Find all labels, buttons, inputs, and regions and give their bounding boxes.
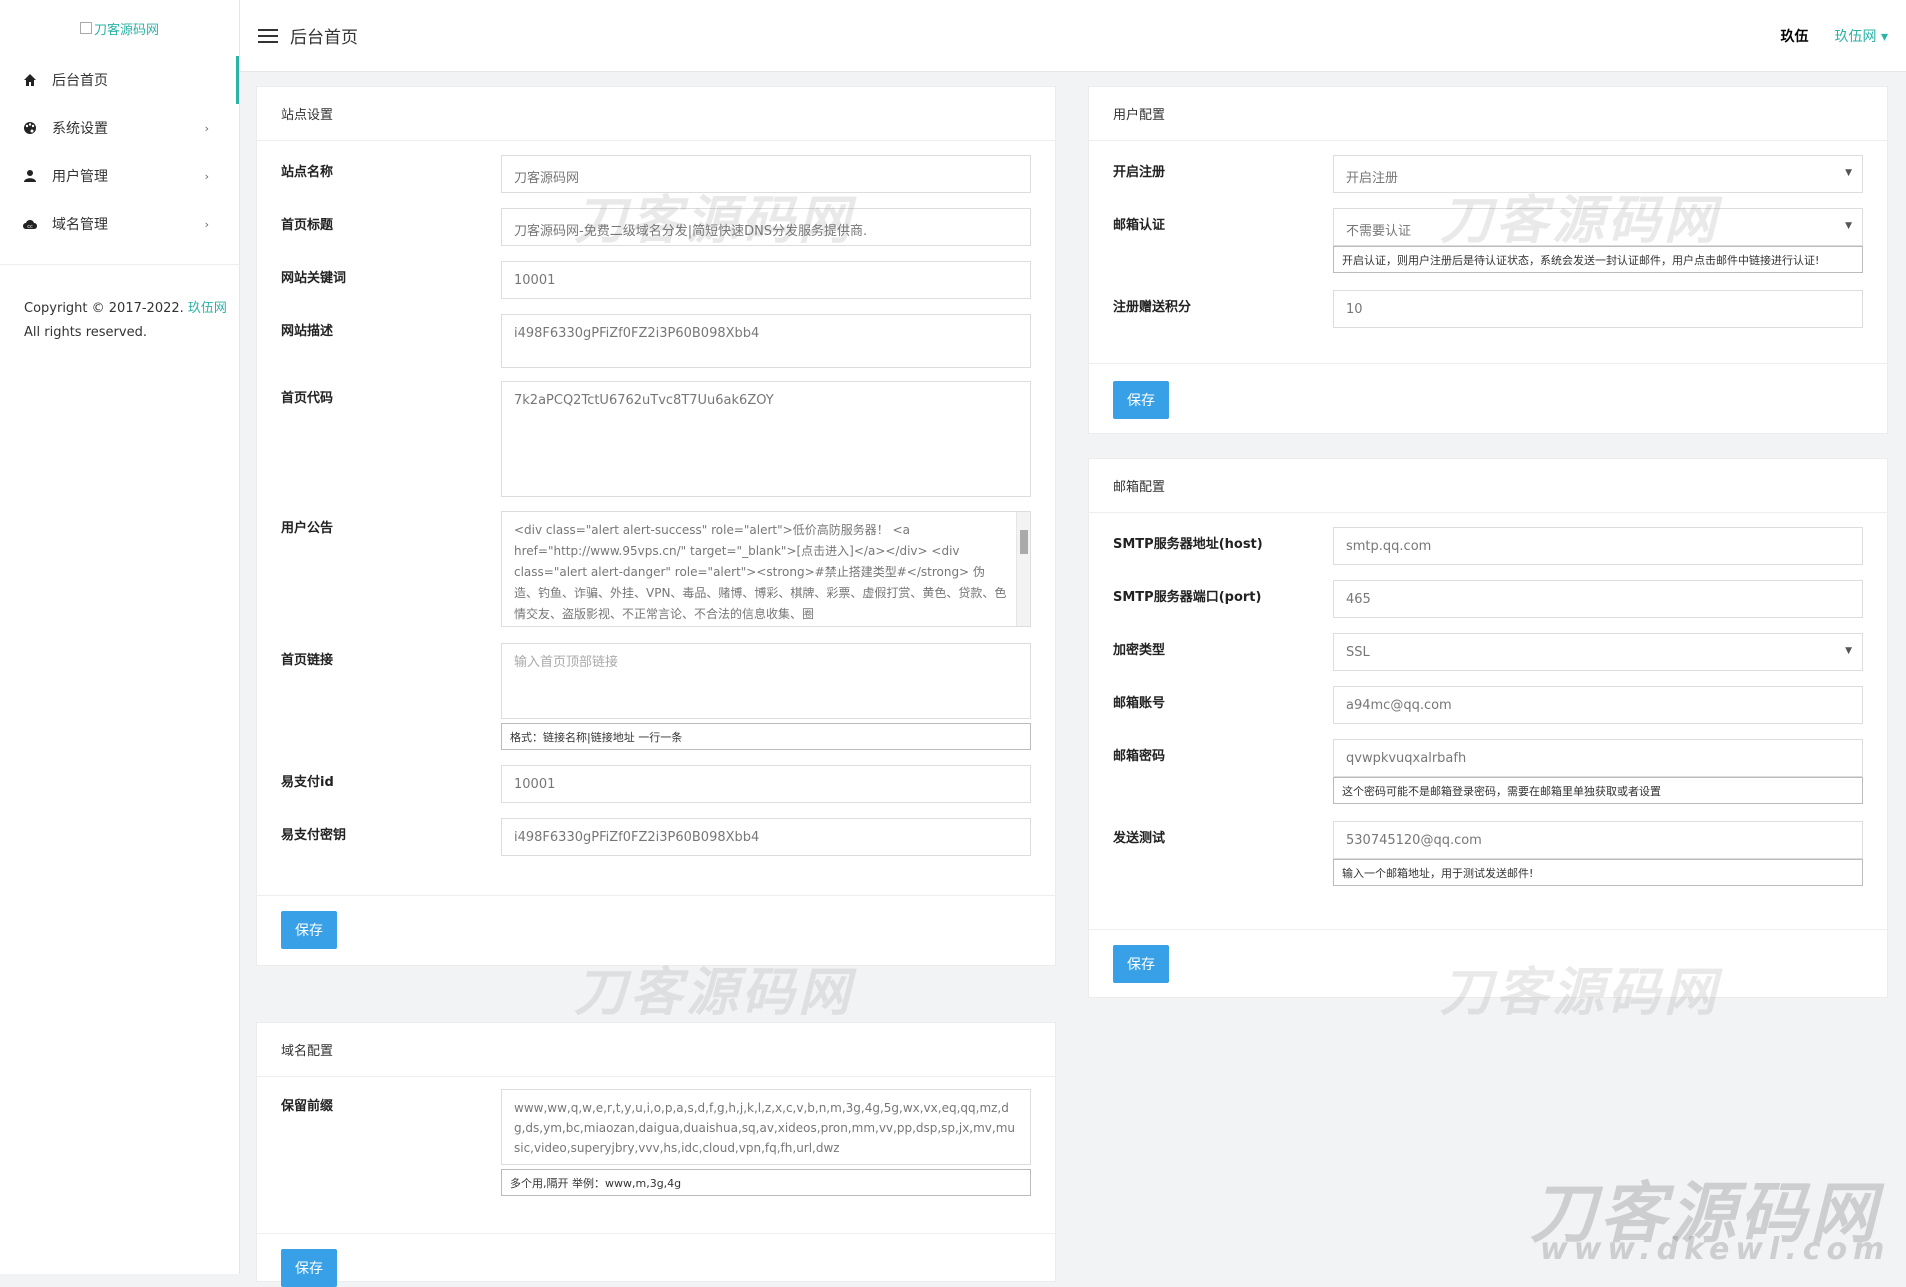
topbar: 后台首页 玖伍 玖伍网 ▾ — [240, 0, 1906, 72]
scrollbar[interactable] — [1016, 512, 1030, 626]
mail-account-input[interactable]: a94mc@qq.com — [1333, 686, 1863, 724]
sidebar-nav: 后台首页 系统设置 › 用户管理 › cc 域名管理 › — [0, 56, 239, 248]
chevron-right-icon: › — [204, 121, 209, 135]
site-name-input[interactable]: 刀客源码网 — [501, 155, 1031, 193]
chevron-right-icon: › — [204, 217, 209, 231]
home-title-input[interactable]: 刀客源码网-免费二级域名分发|简短快速DNS分发服务提供商. — [501, 208, 1031, 246]
svg-text:cc: cc — [27, 224, 33, 230]
caret-down-icon: ▼ — [1845, 646, 1852, 656]
copyright-link[interactable]: 玖伍网 — [188, 301, 227, 316]
save-button[interactable]: 保存 — [281, 1249, 337, 1287]
sidebar-item-home[interactable]: 后台首页 — [0, 56, 239, 104]
home-links-textarea[interactable]: 输入首页顶部链接 — [501, 643, 1031, 719]
user-icon — [22, 168, 38, 184]
sidebar: 刀客源码网 后台首页 系统设置 › 用户管理 › cc 域名管理 › Copyright… — [0, 0, 240, 1274]
encryption-select[interactable]: SSL ▼ — [1333, 633, 1863, 671]
page-title: 后台首页 — [290, 28, 358, 48]
logo[interactable]: 刀客源码网 — [0, 0, 239, 56]
reserved-prefix-hint: 多个用,隔开 举例：www,m,3g,4g — [501, 1169, 1031, 1196]
home-links-hint: 格式：链接名称|链接地址 一行一条 — [501, 723, 1031, 750]
watermark-url: www.dkewl.com — [1540, 1232, 1891, 1267]
save-button[interactable]: 保存 — [1113, 945, 1169, 983]
caret-down-icon: ▼ — [1845, 168, 1852, 178]
chevron-right-icon: › — [204, 169, 209, 183]
email-verify-select[interactable]: 不需要认证 ▼ — [1333, 208, 1863, 246]
reserved-prefix-textarea[interactable]: www,ww,q,w,e,r,t,y,u,i,o,p,a,s,d,f,g,h,j… — [501, 1089, 1031, 1165]
sidebar-item-domains[interactable]: cc 域名管理 › — [0, 200, 239, 248]
save-button[interactable]: 保存 — [1113, 381, 1169, 419]
palette-icon — [22, 120, 38, 136]
sidebar-item-users[interactable]: 用户管理 › — [0, 152, 239, 200]
smtp-port-input[interactable]: 465 — [1333, 580, 1863, 618]
user-config-card: 用户配置 开启注册 开启注册 ▼ 邮箱认证 不需要认证 ▼ 开启认证，则用户注册后是… — [1088, 86, 1888, 434]
user-name[interactable]: 玖伍 — [1781, 26, 1809, 46]
mail-password-hint: 这个密码可能不是邮箱登录密码，需要在邮箱里单独获取或者设置 — [1333, 777, 1863, 804]
mail-config-card: 邮箱配置 SMTP服务器地址(host) smtp.qq.com SMTP服务器… — [1088, 458, 1888, 998]
email-verify-hint: 开启认证，则用户注册后是待认证状态，系统会发送一封认证邮件，用户点击邮件中链接进… — [1333, 246, 1863, 273]
register-points-input[interactable]: 10 — [1333, 290, 1863, 328]
card-title: 站点设置 — [257, 87, 1055, 141]
caret-down-icon: ▼ — [1845, 221, 1852, 231]
card-title: 域名配置 — [257, 1023, 1055, 1077]
epay-key-input[interactable]: i498F6330gPFiZf0FZ2i3P60B098Xbb4 — [501, 818, 1031, 856]
card-title: 用户配置 — [1089, 87, 1887, 141]
test-email-hint: 输入一个邮箱地址，用于测试发送邮件! — [1333, 859, 1863, 886]
menu-toggle-icon[interactable] — [258, 28, 278, 43]
save-button[interactable]: 保存 — [281, 911, 337, 949]
domain-config-card: 域名配置 保留前缀 www,ww,q,w,e,r,t,y,u,i,o,p,a,s… — [256, 1022, 1056, 1287]
cloud-icon: cc — [22, 216, 38, 232]
announcement-textarea[interactable]: <div class="alert alert-success" role="a… — [501, 511, 1031, 627]
sidebar-item-system[interactable]: 系统设置 › — [0, 104, 239, 152]
test-email-input[interactable]: 530745120@qq.com — [1333, 821, 1863, 859]
register-select[interactable]: 开启注册 ▼ — [1333, 155, 1863, 193]
description-textarea[interactable]: i498F6330gPFiZf0FZ2i3P60B098Xbb4 — [501, 314, 1031, 368]
mail-password-input[interactable]: qvwpkvuqxalrbafh — [1333, 739, 1863, 777]
card-title: 邮箱配置 — [1089, 459, 1887, 513]
watermark: 刀客源码网 — [1530, 1175, 1880, 1252]
home-icon — [22, 72, 38, 88]
keywords-input[interactable]: 10001 — [501, 261, 1031, 299]
site-settings-card: 站点设置 站点名称 刀客源码网 首页标题 刀客源码网-免费二级域名分发|简短快速… — [256, 86, 1056, 966]
smtp-host-input[interactable]: smtp.qq.com — [1333, 527, 1863, 565]
site-dropdown[interactable]: 玖伍网 ▾ — [1835, 26, 1888, 46]
broken-image-icon — [79, 22, 92, 34]
epay-id-input[interactable]: 10001 — [501, 765, 1031, 803]
copyright: Copyright © 2017-2022. 玖伍网 All rights re… — [0, 264, 239, 345]
home-code-textarea[interactable]: 7k2aPCQ2TctU6762uTvc8T7Uu6ak6ZOY — [501, 381, 1031, 497]
